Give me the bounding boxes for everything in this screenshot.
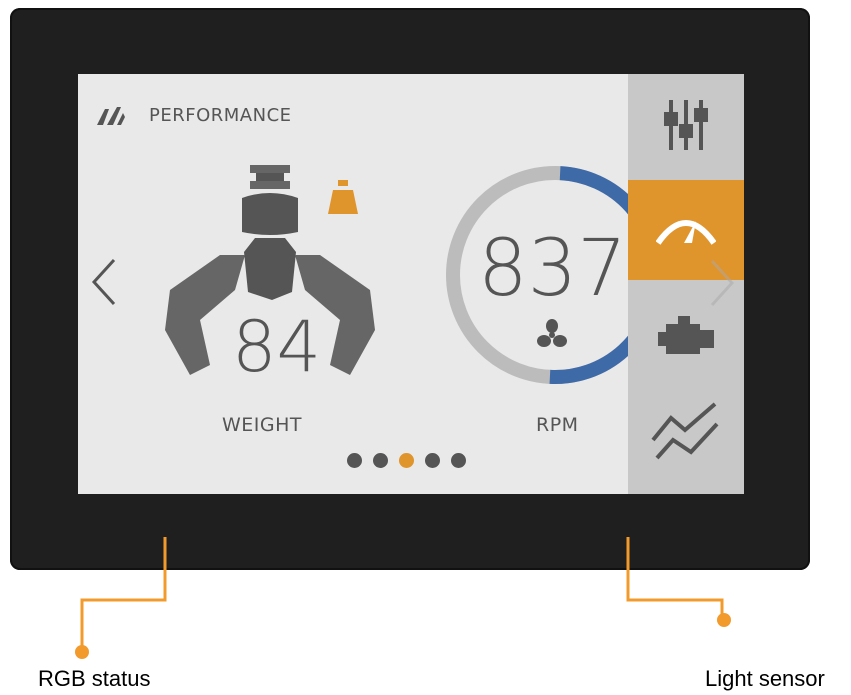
sidebar-item-engine[interactable] [628,308,744,368]
weight-label: WEIGHT [222,414,303,436]
sliders-icon [664,100,708,150]
fan-icon [537,319,567,347]
page-header: PERFORMANCE [95,103,292,127]
speedometer-icon [97,107,125,125]
sidebar-item-trends[interactable] [628,395,744,465]
page-dot[interactable] [373,453,388,468]
weight-value: 84 [232,306,322,388]
page-dot[interactable] [347,453,362,468]
page-dot[interactable] [425,453,440,468]
previous-page-arrow-icon[interactable] [86,252,126,312]
rpm-label: RPM [536,414,579,436]
weight-icon [328,180,358,214]
page-title: PERFORMANCE [149,104,292,126]
speedometer-icon [656,220,716,245]
rgb-status-label: RGB status [38,666,151,691]
light-sensor-label: Light sensor [705,666,825,691]
engine-icon [658,316,714,354]
next-page-arrow-icon[interactable] [704,255,740,311]
rpm-value: 837 [478,224,627,314]
page-indicator [347,453,466,468]
sidebar-item-settings[interactable] [628,95,744,155]
trend-chart-icon [651,402,719,460]
page-dot-active[interactable] [399,453,414,468]
page-dot[interactable] [451,453,466,468]
